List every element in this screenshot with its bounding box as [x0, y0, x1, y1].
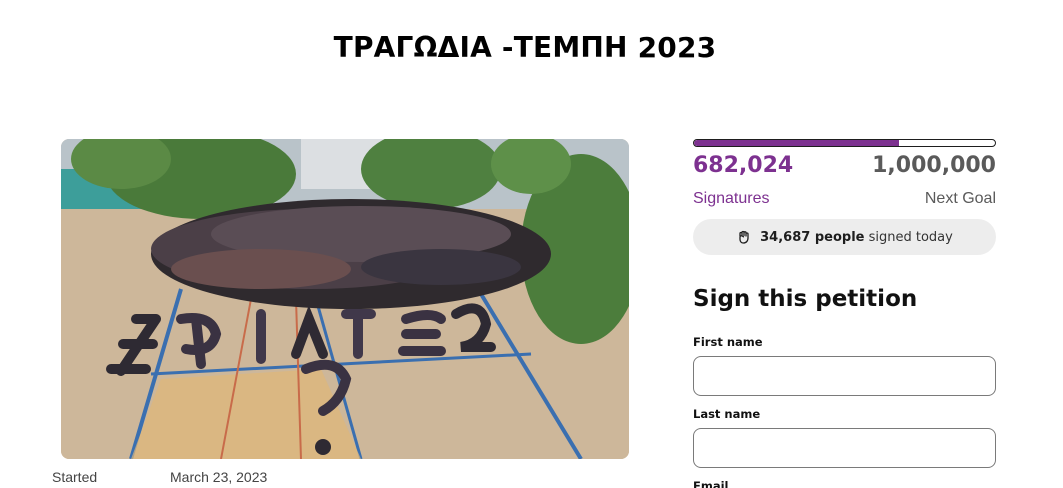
last-name-field[interactable]	[693, 428, 996, 468]
first-name-label: First name	[693, 335, 763, 349]
first-name-field[interactable]	[693, 356, 996, 396]
petition-title: ΤΡΑΓΩΔΙΑ -ΤΕΜΠΗ 2023	[333, 31, 717, 64]
petition-photo	[61, 139, 629, 459]
signed-today-badge: 34,687 people signed today	[693, 219, 996, 255]
email-label: Email	[693, 479, 729, 488]
signature-progress-bar	[693, 139, 996, 147]
signature-progress-fill	[694, 140, 900, 146]
next-goal-label: Next Goal	[924, 190, 996, 207]
signed-today-suffix: signed today	[868, 229, 953, 245]
started-label: Started	[52, 469, 98, 485]
signed-today-text: 34,687 people signed today	[760, 230, 953, 245]
last-name-label: Last name	[693, 407, 761, 421]
sign-petition-heading: Sign this petition	[693, 286, 918, 312]
signed-today-count: 34,687 people	[760, 229, 865, 245]
raised-fist-icon	[739, 230, 749, 244]
signatures-label: Signatures	[693, 190, 770, 207]
next-goal-count: 1,000,000	[872, 153, 996, 178]
started-date: March 23, 2023	[170, 469, 268, 485]
signature-count: 682,024	[693, 153, 794, 178]
